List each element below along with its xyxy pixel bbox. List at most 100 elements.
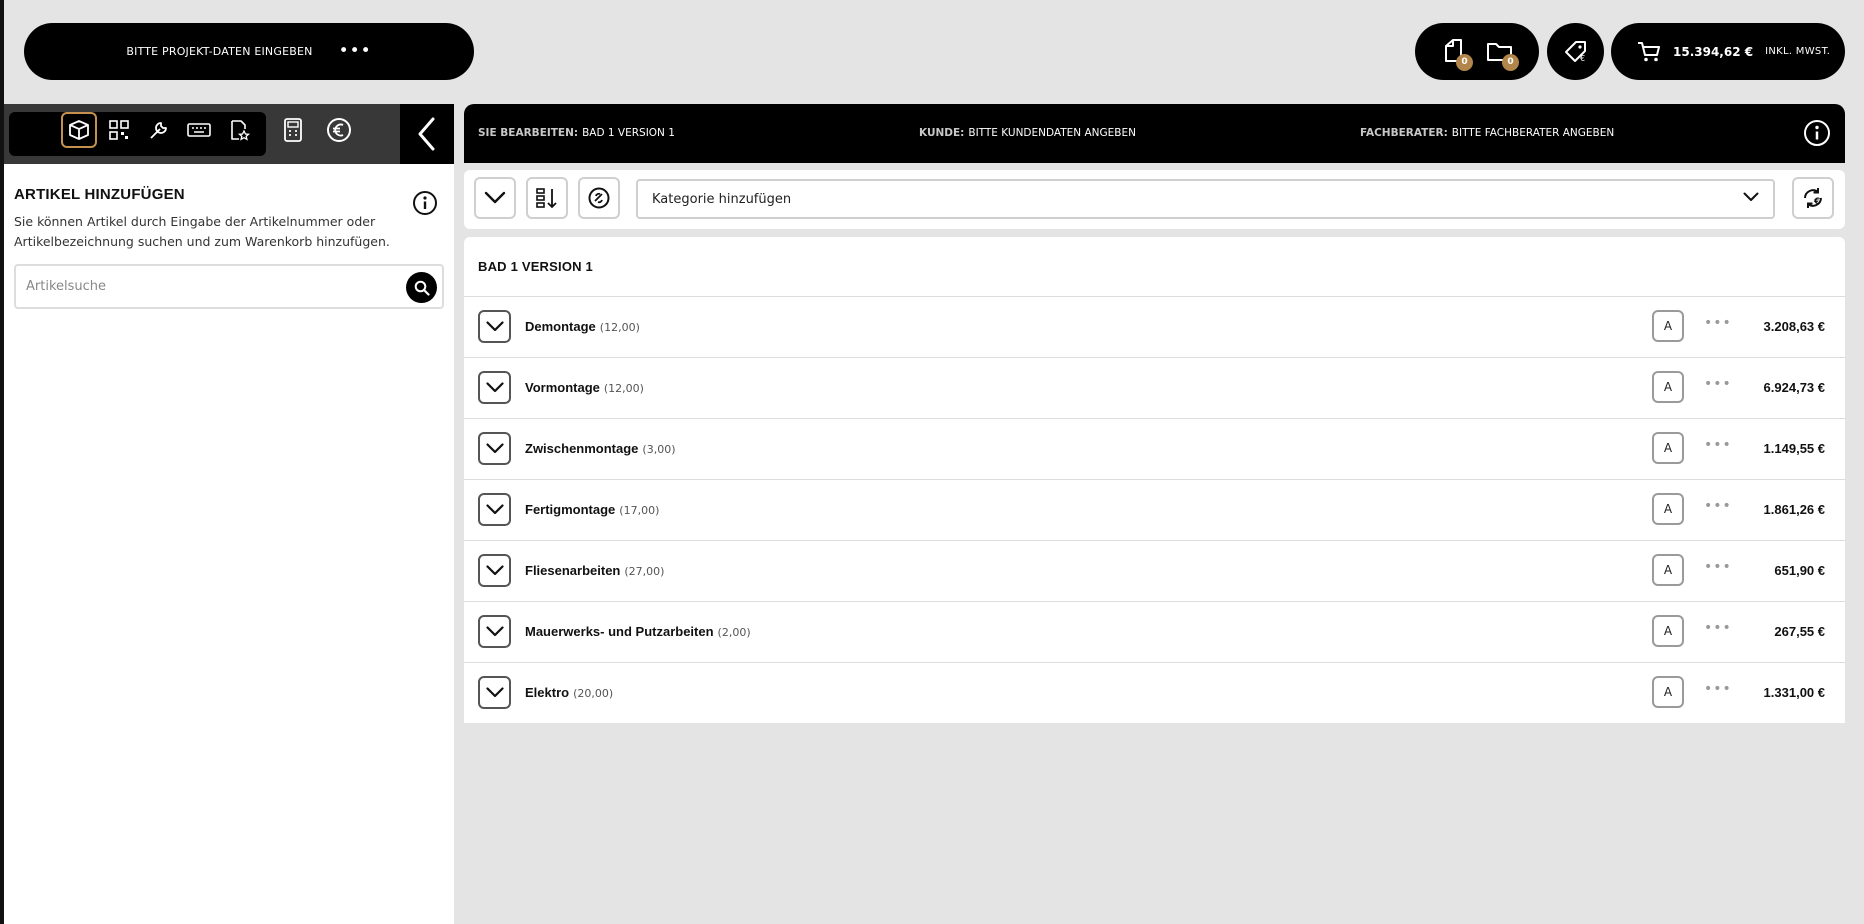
chevron-down-icon — [485, 626, 504, 637]
folders-button[interactable]: 0 — [1485, 37, 1519, 71]
chevron-down-icon — [485, 443, 504, 454]
add-article-description: Sie können Artikel durch Eingabe der Art… — [14, 214, 390, 249]
row-name: Fliesenarbeiten (27,00) — [525, 563, 664, 578]
tool-keyboard[interactable] — [181, 112, 217, 148]
tool-wrench[interactable] — [141, 112, 177, 148]
rows-container: Demontage (12,00) A ••• 3.208,63 € Vormon… — [464, 297, 1845, 724]
collapse-panel-button[interactable] — [400, 104, 454, 164]
list-item[interactable]: Vormontage (12,00) A ••• 6.924,73 € — [464, 358, 1845, 419]
box-icon — [69, 120, 89, 140]
row-a-button[interactable]: A — [1652, 676, 1684, 708]
tool-euro[interactable] — [321, 112, 357, 148]
list-item[interactable]: Mauerwerks- und Putzarbeiten (2,00) A •••… — [464, 602, 1845, 663]
tool-box[interactable] — [61, 112, 97, 148]
link-button[interactable] — [578, 177, 620, 219]
chevron-down-icon — [485, 321, 504, 332]
row-more-icon[interactable]: ••• — [1704, 559, 1732, 575]
project-data-button[interactable]: BITTE PROJEKT-DATEN EINGEBEN ••• — [24, 23, 474, 80]
row-a-button[interactable]: A — [1652, 310, 1684, 342]
list-item[interactable]: Zwischenmontage (3,00) A ••• 1.149,55 € — [464, 419, 1845, 480]
row-price: 267,55 € — [1774, 624, 1825, 639]
row-price: 1.149,55 € — [1763, 441, 1825, 456]
row-a-button[interactable]: A — [1652, 615, 1684, 647]
row-expand-button[interactable] — [478, 676, 511, 709]
row-more-icon[interactable]: ••• — [1704, 437, 1732, 453]
document-star-icon — [231, 120, 250, 141]
chevron-left-icon — [418, 117, 435, 151]
project-data-label: BITTE PROJEKT-DATEN EINGEBEN — [126, 45, 313, 58]
row-name: Demontage (12,00) — [525, 319, 640, 334]
list-item[interactable]: Demontage (12,00) A ••• 3.208,63 € — [464, 297, 1845, 358]
chevron-down-icon — [485, 504, 504, 515]
row-expand-button[interactable] — [478, 432, 511, 465]
article-search-input[interactable] — [26, 279, 406, 294]
cart-button[interactable]: 15.394,62 € INKL. MWST. — [1611, 23, 1845, 80]
row-quantity: (20,00) — [573, 687, 614, 700]
row-more-icon[interactable]: ••• — [1704, 315, 1732, 331]
tool-document-star[interactable] — [221, 112, 257, 148]
article-search-box — [14, 264, 444, 309]
price-tag-icon: € — [1564, 40, 1586, 63]
row-name-text: Demontage — [525, 319, 596, 334]
customer-info[interactable]: KUNDE: BITTE KUNDENDATEN ANGEBEN — [919, 127, 1136, 139]
row-expand-button[interactable] — [478, 371, 511, 404]
project-more-icon[interactable]: ••• — [339, 43, 372, 60]
folders-count-badge: 0 — [1502, 53, 1519, 71]
project-info-bar: SIE BEARBEITEN: BAD 1 VERSION 1 KUNDE: BIT… — [464, 104, 1845, 163]
row-name: Vormontage (12,00) — [525, 380, 644, 395]
documents-button[interactable]: 0 — [1439, 37, 1473, 71]
row-more-icon[interactable]: ••• — [1704, 376, 1732, 392]
expand-all-button[interactable] — [474, 177, 516, 219]
currency-refresh-button[interactable]: € — [1792, 177, 1834, 219]
price-tag-button[interactable]: € — [1547, 23, 1604, 80]
row-quantity: (3,00) — [642, 443, 676, 456]
list-item[interactable]: Fliesenarbeiten (27,00) A ••• 651,90 € — [464, 541, 1845, 602]
project-info-button[interactable] — [1803, 119, 1831, 151]
list-item[interactable]: Elektro (20,00) A ••• 1.331,00 € — [464, 663, 1845, 724]
row-expand-button[interactable] — [478, 310, 511, 343]
row-name-text: Fertigmontage — [525, 502, 616, 517]
advisor-info[interactable]: FACHBERATER: BITTE FACHBERATER ANGEBEN — [1360, 127, 1614, 139]
row-quantity: (27,00) — [624, 565, 665, 578]
row-quantity: (12,00) — [603, 382, 644, 395]
row-more-icon[interactable]: ••• — [1704, 498, 1732, 514]
add-article-info-button[interactable] — [412, 190, 438, 220]
qr-code-icon — [109, 120, 129, 140]
list-toolbar: Kategorie hinzufügen € — [464, 170, 1845, 229]
documents-count-badge: 0 — [1456, 53, 1473, 71]
row-expand-button[interactable] — [478, 615, 511, 648]
link-circle-icon — [588, 187, 610, 209]
documents-pill: 0 0 — [1415, 23, 1539, 80]
chevron-down-icon — [1743, 192, 1759, 201]
sort-list-icon — [536, 188, 557, 209]
left-panel: ARTIKEL HINZUFÜGEN Sie können Artikel du… — [4, 104, 454, 924]
row-expand-button[interactable] — [478, 554, 511, 587]
article-search-button[interactable] — [406, 272, 437, 303]
sort-button[interactable] — [526, 177, 568, 219]
row-price: 1.331,00 € — [1763, 685, 1825, 700]
customer-value: BITTE KUNDENDATEN ANGEBEN — [968, 127, 1137, 139]
advisor-key: FACHBERATER: — [1360, 127, 1448, 139]
row-price: 1.861,26 € — [1763, 502, 1825, 517]
row-a-button[interactable]: A — [1652, 432, 1684, 464]
add-article-section: ARTIKEL HINZUFÜGEN Sie können Artikel du… — [4, 164, 454, 309]
svg-text:€: € — [1813, 197, 1820, 207]
tool-qr[interactable] — [101, 112, 137, 148]
list-item[interactable]: Fertigmontage (17,00) A ••• 1.861,26 € — [464, 480, 1845, 541]
editing-value: BAD 1 VERSION 1 — [582, 127, 675, 139]
row-a-button[interactable]: A — [1652, 554, 1684, 586]
tool-calculator[interactable] — [275, 112, 311, 148]
row-quantity: (2,00) — [717, 626, 751, 639]
list-title: BAD 1 VERSION 1 — [464, 237, 1845, 297]
row-name-text: Zwischenmontage — [525, 441, 639, 456]
row-more-icon[interactable]: ••• — [1704, 620, 1732, 636]
row-a-button[interactable]: A — [1652, 493, 1684, 525]
row-price: 3.208,63 € — [1763, 319, 1825, 334]
chevron-down-icon — [485, 687, 504, 698]
category-select[interactable]: Kategorie hinzufügen — [636, 179, 1775, 219]
refresh-euro-icon: € — [1804, 188, 1822, 208]
row-a-button[interactable]: A — [1652, 371, 1684, 403]
position-list: BAD 1 VERSION 1 Demontage (12,00) A ••• 3… — [464, 237, 1845, 723]
row-more-icon[interactable]: ••• — [1704, 681, 1732, 697]
row-expand-button[interactable] — [478, 493, 511, 526]
